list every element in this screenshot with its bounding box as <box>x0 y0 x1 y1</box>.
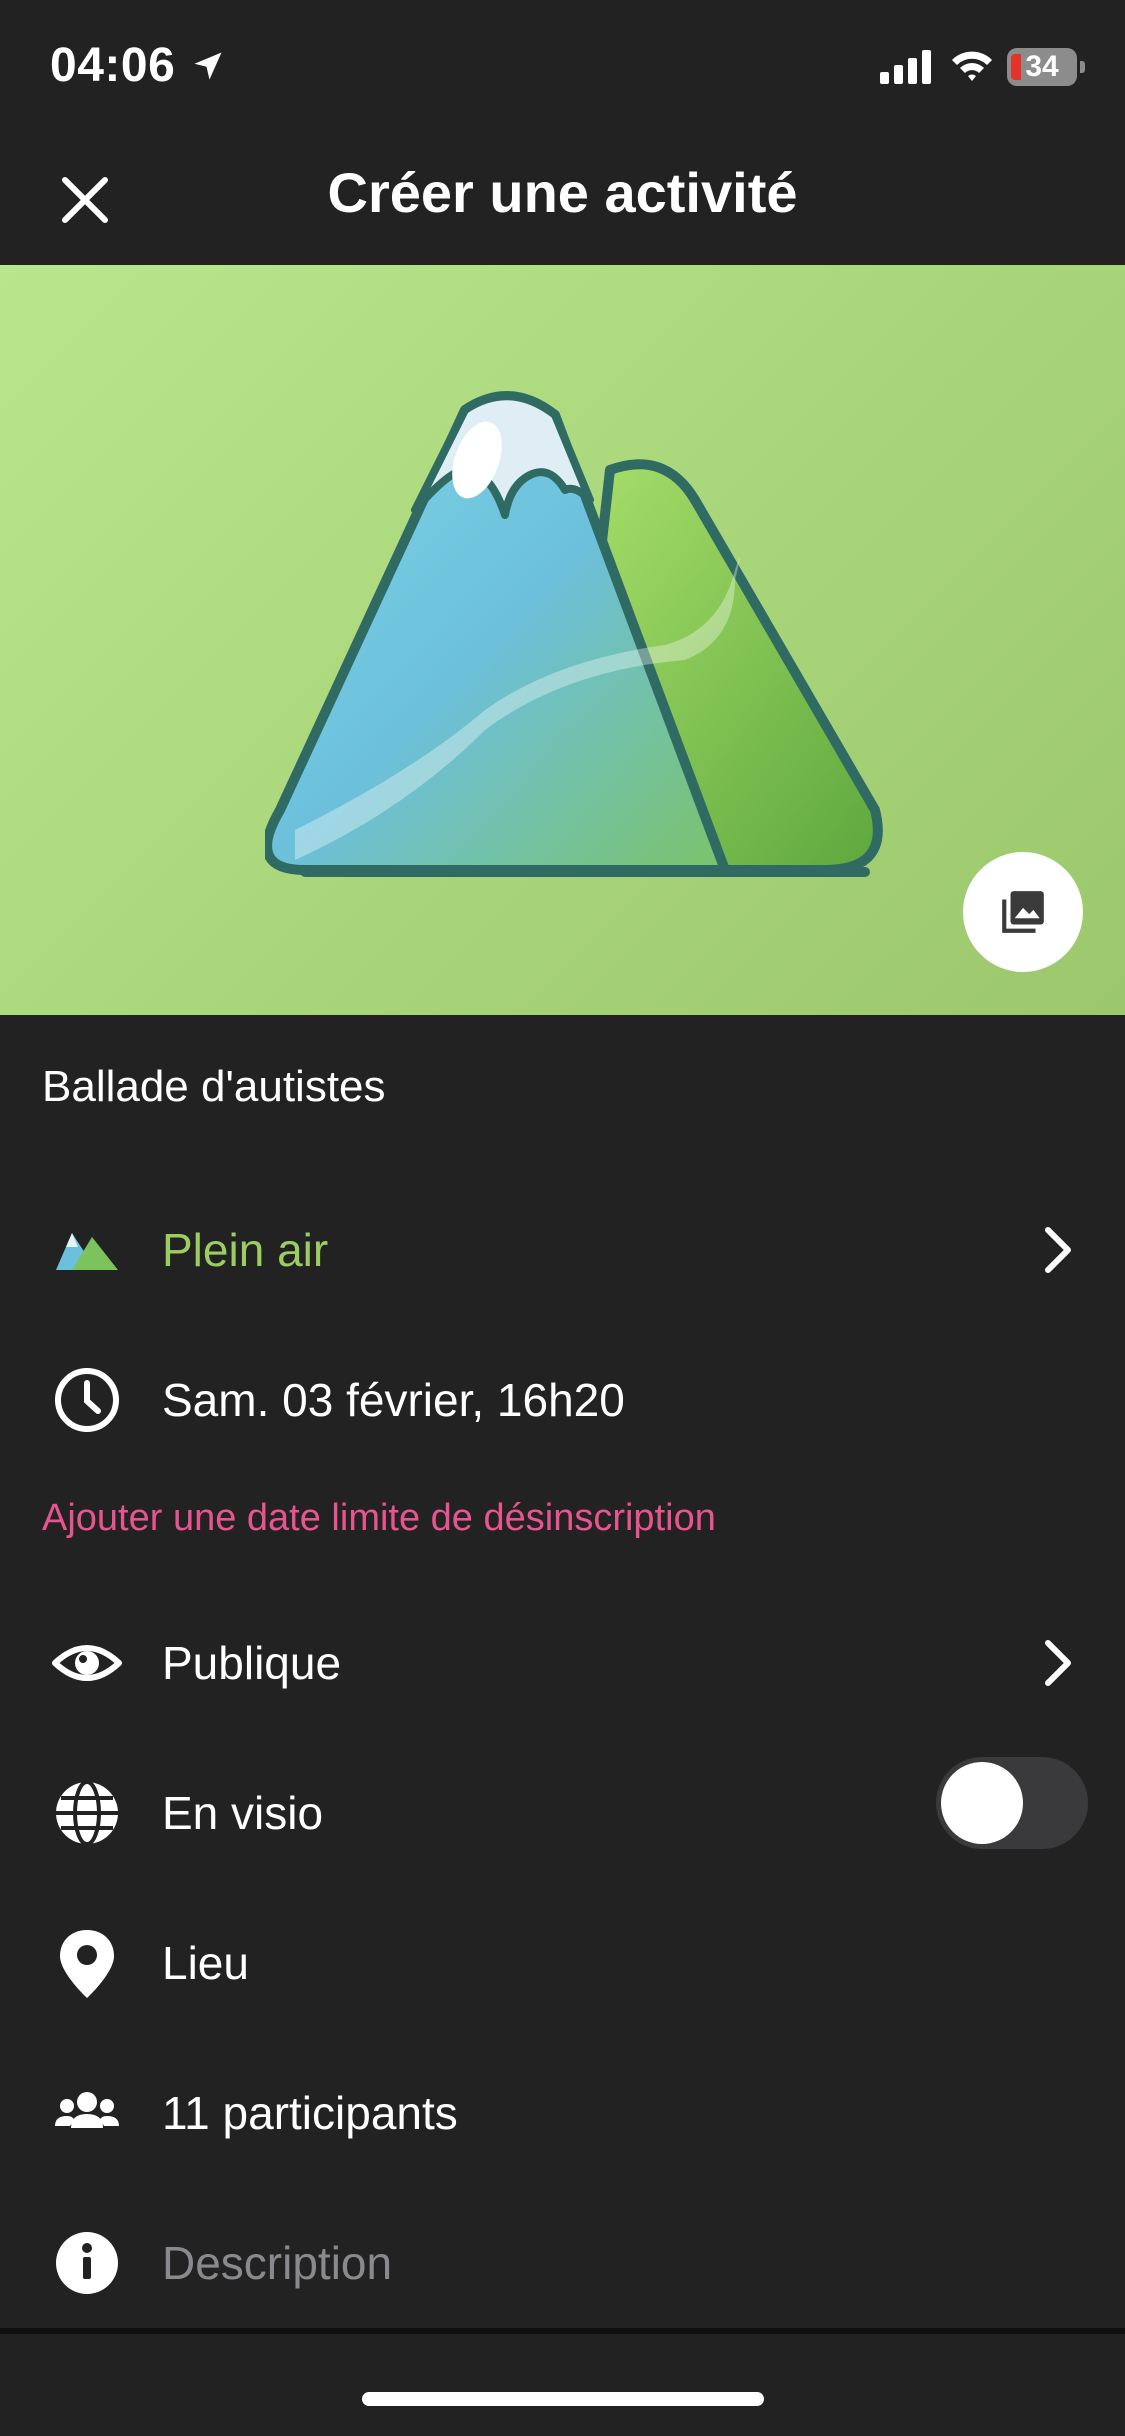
add-deadline-link[interactable]: Ajouter une date limite de désinscriptio… <box>42 1497 716 1540</box>
photo-icon <box>1002 891 1044 933</box>
globe-icon <box>56 1780 118 1846</box>
map-pin-icon <box>60 1930 114 1998</box>
battery-level: 34 <box>1025 50 1059 83</box>
participants-row[interactable]: 11 participants <box>0 2048 1125 2158</box>
category-row[interactable]: Plein air <box>0 1185 1125 1295</box>
location-arrow-icon <box>194 52 222 80</box>
home-indicator[interactable] <box>362 2392 764 2406</box>
visibility-row[interactable]: Publique <box>0 1598 1125 1708</box>
wifi-icon <box>952 51 992 81</box>
category-mountain-icon <box>56 1233 118 1270</box>
description-input[interactable]: Description <box>162 2236 392 2290</box>
category-label: Plein air <box>162 1224 329 1276</box>
location-row[interactable]: Lieu <box>0 1898 1125 2008</box>
datetime-row[interactable]: Sam. 03 février, 16h20 <box>0 1335 1125 1445</box>
toggle-knob <box>941 1762 1023 1844</box>
status-time: 04:06 <box>50 39 176 92</box>
change-photo-button[interactable] <box>963 852 1083 972</box>
visio-label: En visio <box>162 1787 324 1839</box>
divider <box>0 2328 1125 2334</box>
activity-name-input[interactable]: Ballade d'autistes <box>42 1062 386 1112</box>
info-icon <box>56 2232 118 2294</box>
chevron-right-icon <box>1045 1227 1071 1273</box>
users-icon <box>55 2092 119 2128</box>
location-label: Lieu <box>162 1937 249 1989</box>
status-bar: 04:06 34 <box>0 0 1125 135</box>
eye-icon <box>52 1645 122 1681</box>
battery-icon: 34 <box>1007 48 1085 86</box>
participants-label: 11 participants <box>162 2087 458 2139</box>
mountain-illustration <box>265 391 883 877</box>
visio-toggle[interactable] <box>936 1757 1088 1849</box>
visibility-label: Publique <box>162 1637 342 1689</box>
description-row[interactable]: Description <box>0 2198 1125 2308</box>
page-title: Créer une activité <box>327 161 798 224</box>
signal-icon <box>880 50 931 84</box>
datetime-label: Sam. 03 février, 16h20 <box>162 1374 625 1426</box>
clock-icon <box>55 1368 119 1432</box>
chevron-right-icon <box>1045 1640 1071 1686</box>
